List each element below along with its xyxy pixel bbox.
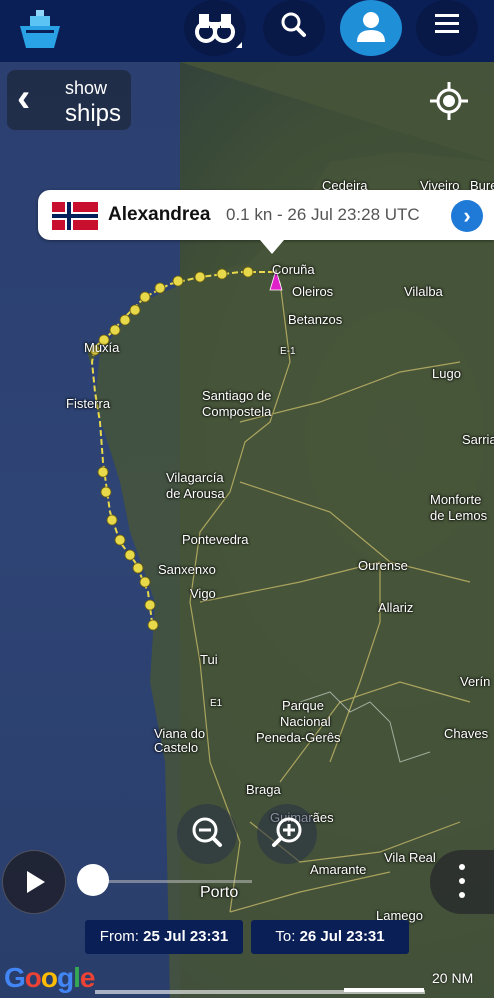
map-label: Allariz: [378, 600, 414, 615]
map-label: Vilagarcía: [166, 470, 224, 485]
crosshair-locate-icon: [430, 82, 468, 120]
search-icon: [281, 12, 306, 37]
playback-slider-track[interactable]: [92, 880, 252, 883]
zoom-in-icon: [272, 817, 302, 847]
vessel-details-button[interactable]: ›: [451, 200, 483, 232]
map-label: Vila Real: [384, 850, 436, 865]
map-label: Lugo: [432, 366, 461, 381]
track-point[interactable]: [172, 275, 184, 287]
map-label: Nacional: [280, 714, 331, 729]
scale-label: 20 NM: [432, 970, 474, 986]
search-button[interactable]: [263, 0, 325, 56]
hamburger-menu-icon: [435, 14, 459, 33]
show-ships-button[interactable]: ‹ show ships: [7, 70, 131, 130]
more-options-button[interactable]: [430, 850, 494, 914]
map-label: Santiago de: [202, 388, 272, 403]
google-logo: Google: [4, 962, 95, 993]
from-date-value: 25 Jul 23:31: [143, 928, 229, 945]
chevron-right-icon: ›: [463, 203, 471, 228]
user-icon: [357, 12, 385, 42]
track-point[interactable]: [97, 466, 109, 478]
map-label: Braga: [246, 782, 281, 797]
map-label: de Lemos: [430, 508, 488, 523]
track-point[interactable]: [144, 599, 156, 611]
track-point[interactable]: [119, 314, 131, 326]
binoculars-button[interactable]: [184, 0, 246, 56]
map-label: Pontevedra: [182, 532, 249, 547]
track-point[interactable]: [139, 576, 151, 588]
track-point[interactable]: [129, 304, 141, 316]
to-date-button[interactable]: To: 26 Jul 23:31: [251, 920, 409, 954]
track-point[interactable]: [114, 534, 126, 546]
to-label: To:: [275, 928, 296, 945]
vessel-info-popup[interactable]: Alexandrea 0.1 kn - 26 Jul 23:28 UTC ›: [38, 190, 494, 254]
ships-label: ships: [65, 100, 122, 127]
play-track-button[interactable]: [2, 850, 66, 914]
track-point[interactable]: [194, 271, 206, 283]
track-point[interactable]: [106, 514, 118, 526]
zoom-out-icon: [192, 817, 222, 847]
top-navigation-bar: [0, 0, 494, 62]
track-point[interactable]: [216, 268, 228, 280]
map-label: Viana do: [154, 726, 206, 741]
zoom-out-button[interactable]: [177, 804, 237, 864]
binoculars-icon: [195, 14, 242, 48]
main-menu-button[interactable]: [416, 0, 478, 56]
track-point[interactable]: [139, 291, 151, 303]
from-date-button[interactable]: From: 25 Jul 23:31: [85, 920, 243, 954]
map-label: Fisterra: [66, 396, 111, 411]
track-point[interactable]: [147, 619, 159, 631]
map-label: Muxía: [84, 340, 120, 355]
track-point[interactable]: [154, 282, 166, 294]
map-label: de Arousa: [166, 486, 225, 501]
vessel-name: Alexandrea: [108, 204, 211, 225]
map-label: Sarria: [462, 432, 494, 447]
map-label: Oleiros: [292, 284, 334, 299]
zoom-in-button[interactable]: [257, 804, 317, 864]
chevron-left-icon: ‹: [17, 76, 31, 120]
ship-logo-icon[interactable]: [16, 8, 64, 52]
to-date-value: 26 Jul 23:31: [299, 928, 385, 945]
map-label: Compostela: [202, 404, 272, 419]
map-label: Peneda-Gerês: [256, 730, 341, 745]
track-point[interactable]: [132, 562, 144, 574]
locate-button[interactable]: [426, 78, 472, 124]
map-label: Castelo: [154, 740, 199, 755]
map-label: Tui: [200, 652, 218, 667]
from-label: From:: [99, 928, 139, 945]
map-label: Vilalba: [404, 284, 443, 299]
map-label: Amarante: [310, 862, 367, 877]
map-label: Coruña: [272, 262, 315, 277]
map-label: Ourense: [358, 558, 408, 573]
track-point[interactable]: [100, 486, 112, 498]
track-point[interactable]: [124, 549, 136, 561]
map-label: Verín: [460, 674, 491, 689]
vessel-speed-time: 0.1 kn - 26 Jul 23:28 UTC: [226, 205, 420, 224]
road-label: E-1: [280, 346, 296, 357]
map-label: Betanzos: [288, 312, 343, 327]
track-point[interactable]: [242, 266, 254, 278]
map-label: Monforte: [430, 492, 482, 507]
track-point[interactable]: [109, 324, 121, 336]
norway-flag-icon: [52, 202, 98, 230]
show-label: show: [65, 78, 108, 98]
map-label: Porto: [200, 884, 239, 901]
playback-slider-handle[interactable]: [77, 864, 109, 896]
map-label: Sanxenxo: [158, 562, 216, 577]
map-label: Vigo: [190, 586, 216, 601]
map-label: Chaves: [444, 726, 489, 741]
road-label: E1: [210, 698, 223, 709]
map-label: Parque: [282, 698, 324, 713]
scale-bar: [344, 988, 424, 992]
user-account-button[interactable]: [340, 0, 402, 56]
